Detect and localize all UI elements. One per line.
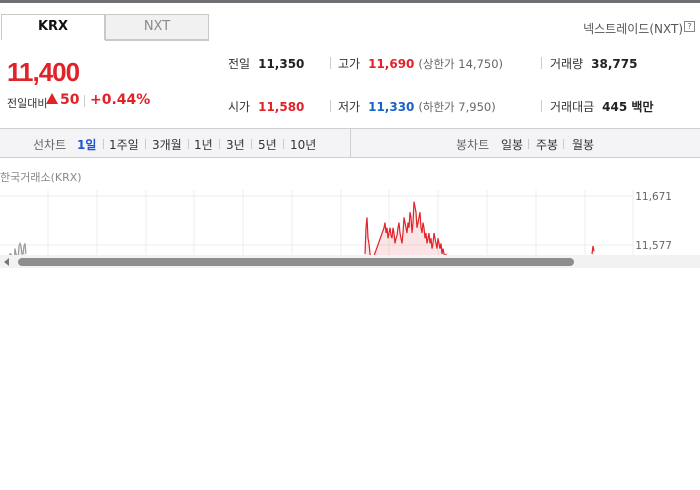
- chart-svg: 11,671 11,577: [0, 190, 672, 256]
- scroll-thumb[interactable]: [18, 258, 574, 266]
- period-divider: [251, 139, 252, 149]
- stat-value: 11,350: [258, 57, 305, 71]
- stat-label: 거래대금: [550, 100, 595, 114]
- change-percent: +0.44%: [90, 92, 151, 108]
- y-tick-label: 11,577: [635, 240, 672, 252]
- stat-sub: (하한가 7,950): [418, 100, 496, 114]
- stat-label: 거래량: [550, 57, 584, 71]
- period-divider: [188, 139, 189, 149]
- chart-source-label: 한국거래소(KRX): [0, 171, 82, 184]
- stat-divider: [541, 100, 542, 112]
- current-price: 11,400: [7, 57, 80, 87]
- stat-prev-close: 전일 11,350: [228, 55, 304, 72]
- period-divider: [528, 139, 529, 149]
- period-divider: [219, 139, 220, 149]
- tab-krx[interactable]: KRX: [1, 14, 105, 40]
- period-3m[interactable]: 3개월: [152, 136, 182, 153]
- stat-sub: (상한가 14,750): [418, 57, 504, 71]
- stat-label: 시가: [228, 100, 251, 114]
- stat-value: 445 백만: [602, 100, 654, 114]
- stat-open: 시가 11,580: [228, 98, 304, 115]
- tab-divider: [105, 40, 209, 41]
- stat-low: 저가 11,330 (하한가 7,950): [338, 98, 496, 115]
- stat-value: 38,775: [591, 57, 638, 71]
- chart-scrollbar[interactable]: [0, 255, 700, 268]
- stat-label: 전일: [228, 57, 251, 71]
- candle-daily[interactable]: 일봉: [501, 136, 523, 153]
- stat-divider: [541, 57, 542, 69]
- period-bar: 선차트 1일 1주일 3개월 1년 3년 5년 10년 봉차트 일봉 주봉 월봉: [0, 128, 700, 158]
- top-border: [0, 0, 700, 3]
- tab-nxt[interactable]: NXT: [105, 14, 209, 40]
- nxt-link[interactable]: 넥스트레이드(NXT): [583, 20, 683, 37]
- stat-volume: 거래량 38,775: [550, 55, 637, 72]
- stat-high: 고가 11,690 (상한가 14,750): [338, 55, 503, 72]
- change-label: 전일대비: [7, 97, 48, 110]
- period-3y[interactable]: 3년: [226, 136, 245, 153]
- stat-amount: 거래대금 445 백만: [550, 98, 653, 115]
- period-1d[interactable]: 1일: [77, 136, 96, 153]
- period-divider: [283, 139, 284, 149]
- price-chart[interactable]: 11,671 11,577: [0, 190, 700, 256]
- stat-label: 고가: [338, 57, 361, 71]
- period-divider: [563, 139, 564, 149]
- period-10y[interactable]: 10년: [290, 136, 316, 153]
- candle-weekly[interactable]: 주봉: [536, 136, 558, 153]
- y-tick-label: 11,671: [635, 191, 672, 203]
- help-icon[interactable]: ?: [684, 21, 695, 32]
- period-bar-divider: [350, 129, 351, 158]
- stat-value: 11,690: [368, 57, 415, 71]
- up-arrow-icon: [46, 93, 58, 104]
- line-chart-label: 선차트: [33, 138, 67, 152]
- period-1y[interactable]: 1년: [194, 136, 213, 153]
- stat-value: 11,580: [258, 100, 305, 114]
- candle-chart-label: 봉차트: [456, 138, 490, 152]
- period-divider: [103, 139, 104, 149]
- stat-divider: [330, 100, 331, 112]
- stat-label: 저가: [338, 100, 361, 114]
- change-value: 50: [60, 92, 80, 108]
- period-divider: [145, 139, 146, 149]
- stat-value: 11,330: [368, 100, 415, 114]
- change-separator: [84, 95, 85, 107]
- scroll-left-icon[interactable]: [4, 258, 9, 266]
- candle-monthly[interactable]: 월봉: [572, 136, 594, 153]
- period-1w[interactable]: 1주일: [109, 136, 139, 153]
- period-5y[interactable]: 5년: [258, 136, 277, 153]
- stat-divider: [330, 57, 331, 69]
